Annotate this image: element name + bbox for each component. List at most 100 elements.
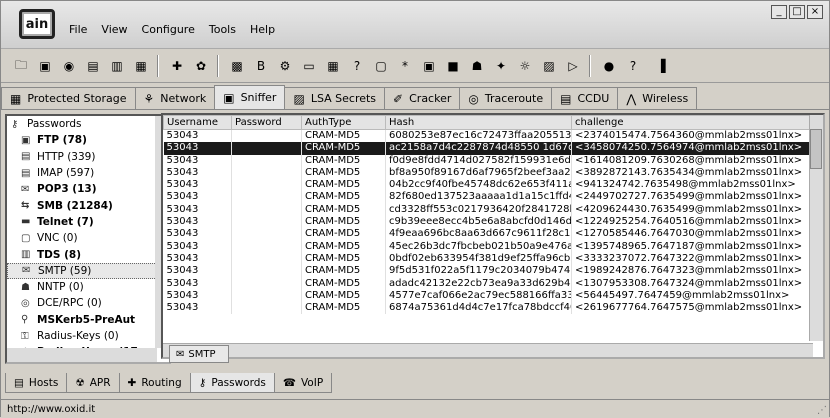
col-authtype[interactable]: AuthType — [301, 115, 386, 130]
table-row[interactable]: 53043 CRAM-MD5 ac2158a7d4c2287874d48550 1d… — [163, 142, 814, 155]
hash-icon[interactable]: ▭ — [299, 56, 319, 76]
table-row[interactable]: 53043 CRAM-MD5 9f5d531f022a5f1179c2034079b… — [163, 265, 814, 278]
table-cell: 53043 — [163, 191, 232, 204]
table-row[interactable]: 53043 CRAM-MD5 adadc42132e22cb73ea9a33d629… — [163, 277, 814, 290]
maximize-button[interactable]: □ — [789, 5, 805, 19]
table-row[interactable]: 53043 CRAM-MD5 4f9eaa696bc8aa63d667c9611f2… — [163, 228, 814, 241]
calc-icon[interactable]: ⚙ — [275, 56, 295, 76]
tab-ccdu[interactable]: ▤ CCDU — [551, 87, 619, 109]
tree-item-icon: ⚲ — [21, 314, 29, 326]
tree-horizontal-scrollbar[interactable] — [7, 348, 157, 362]
table-cell: CRAM-MD5 — [301, 154, 386, 167]
tree-item[interactable]: ✉ SMTP (59) — [7, 262, 169, 279]
table-row[interactable]: 53043 CRAM-MD5 4577e7caf066e2ac79ec588166f… — [163, 289, 814, 303]
key-icon[interactable]: ✦ — [491, 56, 511, 76]
minimize-button[interactable]: _ — [771, 5, 787, 19]
tab-smtp[interactable]: ✉ SMTP — [169, 345, 229, 363]
tree-item[interactable]: ▬ Telnet (7) — [7, 214, 169, 230]
table-row[interactable]: 53043 CRAM-MD5 cd3328ff553c0217936420f2841… — [163, 203, 814, 217]
menu-file[interactable]: File — [69, 23, 87, 36]
menu-tools[interactable]: Tools — [209, 23, 236, 36]
table-row[interactable]: 53043 CRAM-MD5 bf8a950f89167d6af7965f2beef… — [163, 166, 814, 180]
col-challenge[interactable]: challenge — [571, 115, 814, 130]
window-icon[interactable]: ■ — [443, 56, 463, 76]
open-icon[interactable]: 🗀 — [11, 56, 31, 76]
network-tool-icon[interactable]: ☼ — [515, 56, 535, 76]
menu-help[interactable]: Help — [250, 23, 275, 36]
tab-apr[interactable]: ☢ APR — [66, 373, 120, 393]
tree-item[interactable]: ☗ NNTP (0) — [7, 279, 169, 295]
exit-icon[interactable]: ▐ — [651, 56, 671, 76]
table-row[interactable]: 53043 CRAM-MD5 c9b39eee8ecc4b5e6a8abcfd0d1… — [163, 216, 814, 229]
chat-icon[interactable]: ▷ — [563, 56, 583, 76]
add-icon[interactable]: ✚ — [167, 56, 187, 76]
grid-vertical-scrollbar[interactable] — [809, 115, 823, 341]
table-cell: CRAM-MD5 — [301, 129, 386, 143]
table-row[interactable]: 53043 CRAM-MD5 04b2cc9f40fbe45748dc62e653f… — [163, 179, 814, 192]
decoder-icon[interactable]: ▩ — [227, 56, 247, 76]
table-cell — [231, 265, 302, 278]
table-row[interactable]: 53043 CRAM-MD5 0bdf02eb633954f381d9ef25ffa… — [163, 252, 814, 266]
resize-grip-icon[interactable]: ⋰ — [817, 405, 827, 416]
tree-item[interactable]: ▤ HTTP (339) — [7, 149, 169, 165]
table-row[interactable]: 53043 CRAM-MD5 82f680ed137523aaaaa1d1a15c1… — [163, 191, 814, 204]
table-cell: 9f5d531f022a5f1179c2034079b4741b — [385, 265, 572, 278]
rc-icon[interactable]: ▢ — [371, 56, 391, 76]
users-icon[interactable]: ☗ — [467, 56, 487, 76]
table-row[interactable]: 53043 CRAM-MD5 6874a75361d4d4c7e17fca78bdc… — [163, 302, 814, 315]
tree-item[interactable]: ⚷ Passwords — [7, 116, 169, 132]
ccdu-icon: ▤ — [560, 91, 572, 106]
help-icon[interactable]: ? — [623, 56, 643, 76]
grid-icon[interactable]: ▦ — [323, 56, 343, 76]
table-row[interactable]: 53043 CRAM-MD5 6080253e87ec16c72473ffaa205… — [163, 129, 814, 143]
tab-passwords[interactable]: ⚷ Passwords — [189, 373, 275, 393]
save-icon[interactable]: ▣ — [35, 56, 55, 76]
menu-configure[interactable]: Configure — [142, 23, 195, 36]
tab-protected-storage[interactable]: ▦ Protected Storage — [1, 87, 136, 109]
tab-traceroute[interactable]: ◎ Traceroute — [459, 87, 553, 109]
table-cell: 53043 — [163, 216, 232, 229]
tab-network[interactable]: ⚘ Network — [134, 87, 216, 109]
delete-icon[interactable]: ✿ — [191, 56, 211, 76]
sniffer-start-icon[interactable]: ◉ — [59, 56, 79, 76]
tree-item[interactable]: ▤ IMAP (597) — [7, 165, 169, 181]
grid-scroll-thumb[interactable] — [810, 129, 822, 169]
col-hash[interactable]: Hash — [385, 115, 572, 130]
tree-item[interactable]: ▣ FTP (78) — [7, 132, 169, 148]
password-tree[interactable]: ⚷ Passwords ▣ FTP (78) ▤ HTTP (339) ▤ IMAP (597… — [5, 114, 171, 364]
tree-item-label: SMTP (59) — [38, 264, 92, 277]
tree-item[interactable]: ⇆ SMB (21284) — [7, 197, 169, 213]
tab-wireless[interactable]: ⋀ Wireless — [617, 87, 698, 109]
grid-horizontal-scrollbar[interactable] — [163, 343, 813, 357]
tab-label: APR — [89, 376, 111, 389]
table-row[interactable]: 53043 CRAM-MD5 45ec26b3dc7fbcbeb021b50a9e4… — [163, 240, 814, 253]
route-icon[interactable]: ▨ — [539, 56, 559, 76]
tree-item[interactable]: ⚿ Radius-Keys (0) — [7, 328, 169, 344]
tab-routing[interactable]: ✚ Routing — [118, 373, 191, 393]
ntlm-auth-icon[interactable]: ▤ — [83, 56, 103, 76]
close-button[interactable]: × — [807, 5, 823, 19]
col-password[interactable]: Password — [231, 115, 302, 130]
tab-voip[interactable]: ☎ VoIP — [273, 373, 333, 393]
monitor-icon[interactable]: ▣ — [419, 56, 439, 76]
tree-item[interactable]: ✉ POP3 (13) — [7, 181, 169, 197]
tab-sniffer[interactable]: ▣ Sniffer — [214, 85, 286, 109]
tree-item-icon: ▥ — [21, 249, 31, 261]
menu-view[interactable]: View — [101, 23, 127, 36]
chall-reset-icon[interactable]: ▦ — [131, 56, 151, 76]
info-icon[interactable]: ● — [599, 56, 619, 76]
password-icon[interactable]: * — [395, 56, 415, 76]
col-username[interactable]: Username — [163, 115, 232, 130]
base64-icon[interactable]: B — [251, 56, 271, 76]
tree-item[interactable]: ▢ VNC (0) — [7, 230, 169, 246]
chall-spoof-icon[interactable]: ▥ — [107, 56, 127, 76]
tab-lsa-secrets[interactable]: ▨ LSA Secrets — [284, 87, 386, 109]
dict-icon[interactable]: ? — [347, 56, 367, 76]
table-row[interactable]: 53043 CRAM-MD5 f0d9e8fdd4714d027582f159931… — [163, 154, 814, 167]
tab-cracker[interactable]: ✐ Cracker — [384, 87, 461, 109]
tree-item[interactable]: ⚲ MSKerb5-PreAut — [7, 312, 169, 328]
tree-item[interactable]: ▥ TDS (8) — [7, 246, 169, 262]
tab-hosts[interactable]: ▤ Hosts — [5, 373, 68, 393]
tree-item[interactable]: ◎ DCE/RPC (0) — [7, 295, 169, 311]
table-cell: <2374015474.7564360@mmlab2mss01lnx> — [571, 129, 814, 143]
